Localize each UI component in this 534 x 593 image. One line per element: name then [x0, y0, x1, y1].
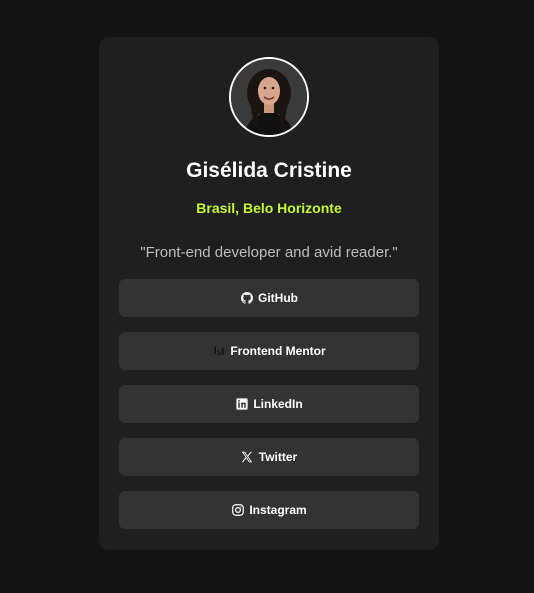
- frontend-mentor-button[interactable]: Frontend Mentor: [119, 332, 419, 370]
- github-icon: [240, 292, 253, 305]
- profile-card: Gisélida Cristine Brasil, Belo Horizonte…: [99, 37, 439, 550]
- instagram-button[interactable]: Instagram: [119, 491, 419, 529]
- linkedin-icon: [235, 398, 248, 411]
- github-label: GitHub: [258, 291, 298, 305]
- instagram-icon: [231, 504, 244, 517]
- instagram-label: Instagram: [249, 503, 307, 517]
- linkedin-label: LinkedIn: [253, 397, 303, 411]
- twitter-label: Twitter: [258, 450, 298, 464]
- social-links: GitHub Frontend Mentor LinkedIn Twitter …: [119, 279, 419, 544]
- github-button[interactable]: GitHub: [119, 279, 419, 317]
- avatar: [229, 57, 309, 137]
- twitter-button[interactable]: Twitter: [119, 438, 419, 476]
- profile-location: Brasil, Belo Horizonte: [196, 200, 342, 216]
- profile-name: Gisélida Cristine: [186, 159, 352, 182]
- frontend-mentor-icon: [212, 345, 225, 358]
- linkedin-button[interactable]: LinkedIn: [119, 385, 419, 423]
- profile-bio: "Front-end developer and avid reader.": [140, 244, 398, 261]
- x-twitter-icon: [241, 451, 254, 464]
- frontend-mentor-label: Frontend Mentor: [230, 344, 326, 358]
